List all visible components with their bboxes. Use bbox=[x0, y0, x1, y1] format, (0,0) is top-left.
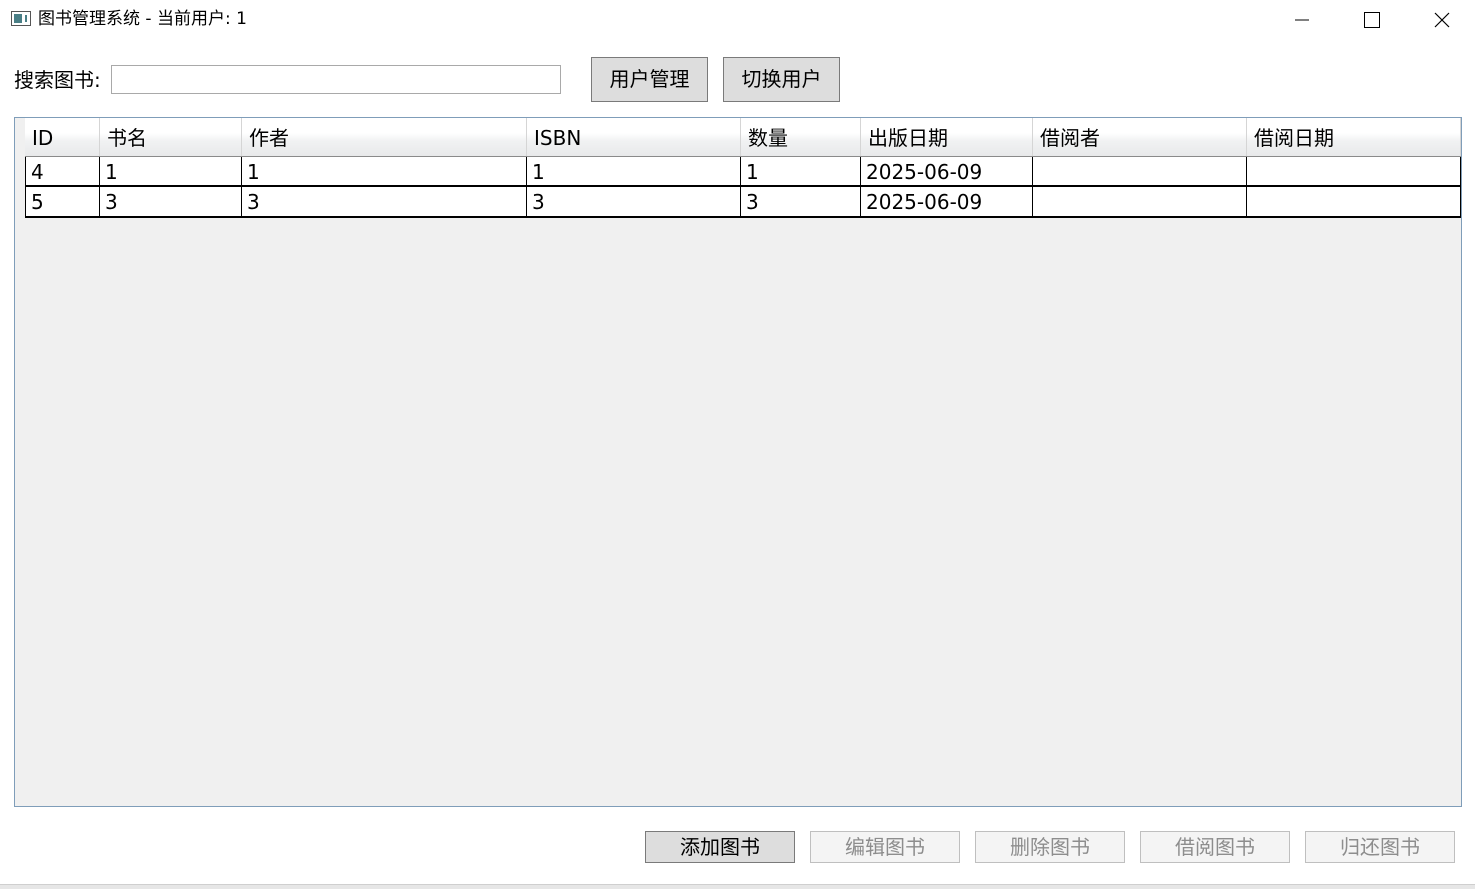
cell-borrow-date[interactable] bbox=[1247, 187, 1461, 216]
column-header-borrow-date[interactable]: 借阅日期 bbox=[1247, 118, 1461, 156]
column-header-author[interactable]: 作者 bbox=[242, 118, 527, 156]
cell-borrower[interactable] bbox=[1033, 187, 1247, 216]
column-header-isbn[interactable]: ISBN bbox=[527, 118, 741, 156]
cell-publish-date[interactable]: 2025-06-09 bbox=[861, 187, 1033, 216]
cell-quantity[interactable]: 1 bbox=[741, 157, 861, 185]
cell-isbn[interactable]: 1 bbox=[527, 157, 741, 185]
edit-book-button[interactable]: 编辑图书 bbox=[810, 831, 960, 863]
user-management-button[interactable]: 用户管理 bbox=[591, 57, 708, 102]
cell-author[interactable]: 3 bbox=[242, 187, 527, 216]
maximize-button[interactable] bbox=[1337, 0, 1407, 40]
search-label: 搜索图书: bbox=[14, 68, 101, 92]
minimize-button[interactable] bbox=[1267, 0, 1337, 40]
switch-user-button[interactable]: 切换用户 bbox=[723, 57, 840, 102]
column-header-title[interactable]: 书名 bbox=[100, 118, 242, 156]
minimize-icon bbox=[1295, 19, 1309, 21]
cell-id[interactable]: 4 bbox=[25, 157, 100, 185]
close-icon bbox=[1434, 12, 1450, 28]
maximize-icon bbox=[1364, 12, 1380, 28]
title-bar: 图书管理系统 - 当前用户: 1 bbox=[0, 0, 1475, 40]
column-header-id[interactable]: ID bbox=[25, 118, 100, 156]
cell-quantity[interactable]: 3 bbox=[741, 187, 861, 216]
return-book-button[interactable]: 归还图书 bbox=[1305, 831, 1455, 863]
window-bottom-edge bbox=[0, 884, 1475, 889]
borrow-book-button[interactable]: 借阅图书 bbox=[1140, 831, 1290, 863]
add-book-button[interactable]: 添加图书 bbox=[645, 831, 795, 863]
search-input[interactable] bbox=[111, 65, 561, 94]
cell-borrow-date[interactable] bbox=[1247, 157, 1461, 185]
table-body: 4 1 1 1 1 2025-06-09 5 3 3 3 3 2025-06-0… bbox=[25, 156, 1461, 218]
cell-publish-date[interactable]: 2025-06-09 bbox=[861, 157, 1033, 185]
table-header: ID 书名 作者 ISBN 数量 出版日期 借阅者 借阅日期 bbox=[25, 118, 1461, 156]
books-table[interactable]: ID 书名 作者 ISBN 数量 出版日期 借阅者 借阅日期 4 1 1 1 1… bbox=[14, 117, 1462, 807]
column-header-quantity[interactable]: 数量 bbox=[741, 118, 861, 156]
app-window-icon bbox=[11, 11, 31, 26]
cell-isbn[interactable]: 3 bbox=[527, 187, 741, 216]
delete-book-button[interactable]: 删除图书 bbox=[975, 831, 1125, 863]
table-row[interactable]: 4 1 1 1 1 2025-06-09 bbox=[25, 156, 1461, 187]
cell-borrower[interactable] bbox=[1033, 157, 1247, 185]
cell-title[interactable]: 3 bbox=[100, 187, 242, 216]
cell-id[interactable]: 5 bbox=[25, 187, 100, 216]
table-row[interactable]: 5 3 3 3 3 2025-06-09 bbox=[25, 187, 1461, 218]
column-header-publish-date[interactable]: 出版日期 bbox=[861, 118, 1033, 156]
window-title: 图书管理系统 - 当前用户: 1 bbox=[38, 9, 247, 29]
cell-title[interactable]: 1 bbox=[100, 157, 242, 185]
column-header-borrower[interactable]: 借阅者 bbox=[1033, 118, 1247, 156]
close-button[interactable] bbox=[1407, 0, 1475, 40]
cell-author[interactable]: 1 bbox=[242, 157, 527, 185]
